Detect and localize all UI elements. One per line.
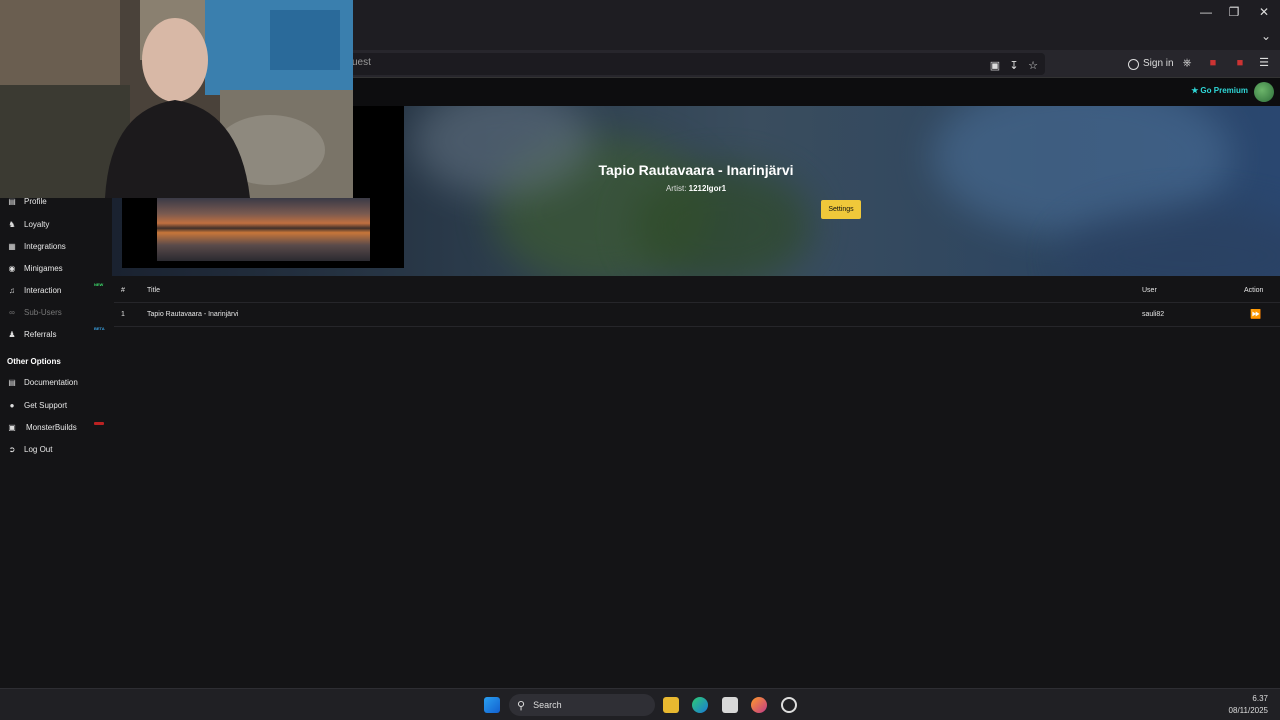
sidebar-item-referrals[interactable]: ♟ Referrals BETA [0, 325, 112, 343]
store-icon[interactable] [722, 697, 738, 713]
sidebar-item-label: Sub-Users [24, 307, 62, 317]
laptop-icon: ▣ [8, 422, 16, 432]
search-label: Search [533, 700, 562, 710]
address-text: uest [352, 57, 371, 68]
sidebar-item-label: Referrals [24, 329, 57, 339]
taskbar: ⚲ Search 6.37 08/11/2025 [0, 688, 1280, 720]
sidebar-item-label: Log Out [24, 444, 53, 454]
sign-in-label: Sign in [1143, 58, 1174, 69]
sidebar-item-log-out[interactable]: ➲ Log Out [0, 440, 112, 458]
menu-icon[interactable]: ☰ [1257, 56, 1271, 70]
clock-time: 6.37 [1252, 694, 1268, 703]
picture-in-picture-icon[interactable]: ▣ [988, 59, 1002, 73]
avatar[interactable] [1254, 82, 1274, 102]
taskbar-search[interactable]: ⚲ Search [509, 694, 655, 716]
play-next-icon[interactable]: ⏩ [1250, 309, 1261, 320]
sidebar-item-label: MonsterBuilds [26, 422, 77, 432]
artist-label: Artist: [665, 184, 687, 193]
sidebar-item-label: Integrations [24, 241, 66, 251]
column-header-title: Title [147, 287, 160, 294]
link-icon: ∞ [9, 307, 15, 317]
windows-start-icon[interactable] [484, 697, 500, 713]
file-explorer-icon[interactable] [663, 697, 679, 713]
table-header: # Title User Action [114, 279, 1280, 303]
sidebar-item-get-support[interactable]: ● Get Support [0, 396, 112, 414]
edge-browser-icon[interactable] [692, 697, 708, 713]
other-options-heading: Other Options [7, 357, 61, 366]
album-art-image [157, 198, 370, 261]
book-icon: ▤ [8, 377, 16, 387]
question-icon: ● [9, 400, 15, 410]
row-title: Tapio Rautavaara - Inarinjärvi [147, 311, 239, 318]
extension-shield-icon[interactable]: ■ [1233, 56, 1247, 70]
column-header-action: Action [1244, 287, 1264, 294]
go-premium-label: Go Premium [1200, 86, 1248, 95]
close-icon[interactable]: ✕ [1254, 4, 1274, 20]
beta-badge: BETA [94, 326, 105, 331]
sidebar-item-label: Documentation [24, 377, 78, 387]
sidebar-item-minigames[interactable]: ◉ Minigames [0, 259, 112, 277]
restore-icon[interactable]: ❐ [1224, 4, 1244, 20]
sidebar-item-sub-users[interactable]: ∞ Sub-Users [0, 303, 112, 321]
sidebar-item-label: Get Support [24, 400, 68, 410]
account-icon [1128, 58, 1139, 70]
extensions-icon[interactable]: ⎈ [1180, 56, 1194, 70]
column-header-user: User [1142, 287, 1157, 294]
sidebar-item-label: Loyalty [24, 219, 50, 229]
star-icon: ★ [1191, 86, 1199, 95]
sidebar-item-label: Minigames [24, 263, 63, 273]
system-clock[interactable]: 6.37 08/11/2025 [1229, 693, 1268, 717]
sidebar-item-documentation[interactable]: ▤ Documentation [0, 373, 112, 391]
star-icon[interactable]: ☆ [1026, 59, 1040, 73]
sidebar: ▤ Profile ♞ Loyalty ▦ Integrations ◉ Min… [0, 194, 112, 494]
red-badge [94, 422, 104, 425]
search-icon: ⚲ [517, 699, 526, 712]
gamepad-icon: ◉ [8, 263, 16, 273]
row-number: 1 [121, 311, 125, 318]
sidebar-item-monsterbuilds[interactable]: ▣ MonsterBuilds [0, 418, 112, 436]
row-user: sauli82 [1142, 311, 1165, 318]
sidebar-item-interaction[interactable]: ♫ Interaction NEW [0, 281, 112, 299]
column-header-num: # [121, 287, 125, 294]
artist-name: 1212Igor1 [688, 184, 727, 193]
queue-table: # Title User Action 1 Tapio Rautavaara -… [114, 279, 1280, 327]
firefox-icon[interactable] [751, 697, 767, 713]
minimize-icon[interactable]: — [1196, 4, 1216, 20]
webcam-overlay [0, 0, 353, 198]
app-icon[interactable] [781, 697, 797, 713]
sidebar-item-loyalty[interactable]: ♞ Loyalty [0, 215, 112, 233]
chevron-down-icon[interactable]: ⌄ [1256, 28, 1276, 44]
webcam-image [0, 0, 353, 198]
trophy-icon: ♞ [8, 219, 16, 229]
download-icon[interactable]: ↧ [1007, 59, 1021, 73]
go-premium-link[interactable]: ★ Go Premium [1191, 86, 1248, 95]
settings-button[interactable]: Settings [821, 200, 861, 219]
clock-date: 08/11/2025 [1228, 706, 1268, 715]
new-badge: NEW [94, 282, 104, 287]
sidebar-item-integrations[interactable]: ▦ Integrations [0, 237, 112, 255]
address-bar[interactable]: uest ▣ ↧ ☆ [340, 53, 1045, 75]
sign-in-button[interactable]: Sign in [1128, 55, 1174, 73]
puzzle-icon: ▦ [8, 241, 16, 251]
logout-icon: ➲ [8, 444, 16, 454]
users-icon: ♟ [8, 329, 16, 339]
table-row: 1 Tapio Rautavaara - Inarinjärvi sauli82… [114, 303, 1280, 327]
music-icon: ♫ [9, 285, 15, 295]
extension-badge-icon[interactable]: ■ [1206, 56, 1220, 70]
sidebar-item-label: Interaction [24, 285, 62, 295]
